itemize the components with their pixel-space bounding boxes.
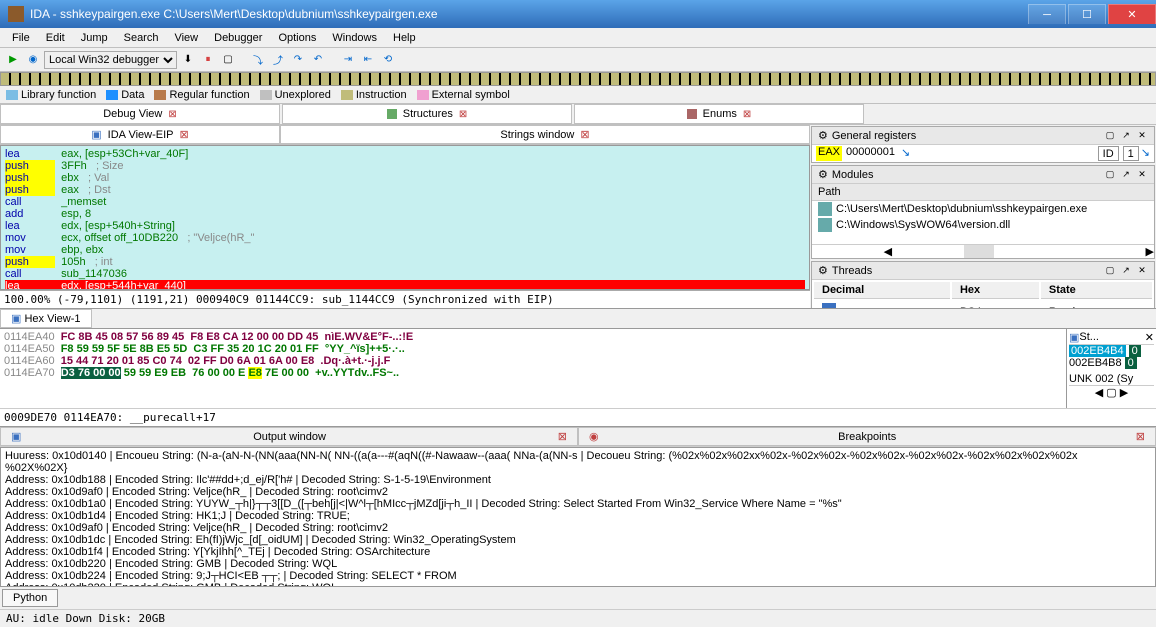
tab-hex-view[interactable]: ▣ Hex View-1 [0, 309, 92, 328]
tab-debug-view[interactable]: Debug View⊠ [0, 104, 280, 124]
hex-status: 0009DE70 0114EA70: __purecall+17 [0, 408, 1156, 426]
gear-icon[interactable]: ⚙ [818, 129, 828, 142]
panel-btn[interactable]: ↗ [1120, 265, 1132, 277]
tab-icon [687, 109, 697, 119]
step-icon[interactable]: ⟲ [379, 51, 397, 69]
close-icon[interactable]: ✕ [1136, 169, 1148, 181]
legend-swatch [154, 90, 166, 100]
legend-swatch [417, 90, 429, 100]
close-icon[interactable]: ⊠ [743, 109, 751, 120]
disasm-view[interactable]: lea eax, [esp+53Ch+var_40F] push 3FFh ; … [0, 145, 810, 290]
python-button[interactable]: Python [2, 589, 58, 607]
gear-icon[interactable]: ⚙ [818, 264, 828, 277]
menu-windows[interactable]: Windows [324, 30, 385, 46]
scroll-right[interactable]: ▶ [1146, 245, 1154, 258]
stop-icon[interactable]: ◉ [24, 51, 42, 69]
modules-panel: ⚙Modules▢↗✕ Path C:\Users\Mert\Desktop\d… [811, 165, 1155, 259]
legend: Library function Data Regular function U… [0, 86, 1156, 104]
step-icon[interactable]: ↷ [289, 51, 307, 69]
hex-view[interactable]: 0114EA40 FC 8B 45 08 57 56 89 45 F8 E8 C… [0, 329, 1066, 408]
gear-icon[interactable]: ⚙ [818, 168, 828, 181]
module-icon [818, 202, 832, 216]
nav-band[interactable] [0, 72, 1156, 86]
legend-swatch [106, 90, 118, 100]
panel-btn[interactable]: ↗ [1120, 169, 1132, 181]
module-icon [818, 218, 832, 232]
tab-structures[interactable]: Structures⊠ [282, 104, 572, 124]
panel-btn[interactable]: ▢ [1104, 130, 1116, 142]
panel-btn[interactable]: ▢ [1104, 169, 1116, 181]
run-button[interactable]: ▶ [4, 51, 22, 69]
menu-help[interactable]: Help [385, 30, 424, 46]
pause-button[interactable]: ⏸ [199, 51, 217, 69]
statusbar: AU: idle Down Disk: 20GB [0, 609, 1156, 627]
app-icon [8, 6, 24, 22]
close-icon[interactable]: ✕ [1145, 331, 1154, 344]
link-icon[interactable]: ↘ [901, 146, 910, 161]
step-icon[interactable]: ↶ [309, 51, 327, 69]
step-icon[interactable]: ⤵ [249, 51, 267, 69]
tab-output[interactable]: ▣Output window⊠ [0, 427, 578, 446]
scroll-left[interactable]: ◀ [812, 245, 964, 258]
debugger-select[interactable]: Local Win32 debugger [44, 51, 177, 69]
step-icon[interactable]: ⤴ [269, 51, 287, 69]
menu-file[interactable]: File [4, 30, 38, 46]
close-icon[interactable]: ⊠ [459, 109, 467, 120]
close-icon[interactable]: ✕ [1136, 265, 1148, 277]
close-icon[interactable]: ✕ [1136, 130, 1148, 142]
menu-debugger[interactable]: Debugger [206, 30, 270, 46]
titlebar: IDA - sshkeypairgen.exe C:\Users\Mert\De… [0, 0, 1156, 28]
stack-view[interactable]: ▣ St...✕ 002EB4B4 0 002EB4B8 0 UNK 002 (… [1066, 329, 1156, 408]
panel-btn[interactable]: ↗ [1120, 130, 1132, 142]
close-icon[interactable]: ⊠ [558, 430, 567, 443]
window-title: IDA - sshkeypairgen.exe C:\Users\Mert\De… [30, 7, 1026, 21]
legend-swatch [6, 90, 18, 100]
output-window[interactable]: Huuress: 0x10d0140 | Encoueu String: (N-… [0, 447, 1156, 587]
close-icon[interactable]: ⊠ [580, 128, 589, 141]
legend-swatch [260, 90, 272, 100]
legend-swatch [341, 90, 353, 100]
disasm-status: 100.00% (-79,1101) (1191,21) 000940C9 01… [0, 290, 810, 308]
close-icon[interactable]: ⊠ [168, 109, 176, 120]
menu-search[interactable]: Search [116, 30, 167, 46]
close-icon[interactable]: ⊠ [1136, 430, 1145, 443]
tool-icon[interactable]: ▢ [219, 51, 237, 69]
menu-options[interactable]: Options [270, 30, 324, 46]
panel-btn[interactable]: ▢ [1104, 265, 1116, 277]
tab-enums[interactable]: Enums⊠ [574, 104, 864, 124]
menu-jump[interactable]: Jump [73, 30, 116, 46]
tab-breakpoints[interactable]: ◉Breakpoints⊠ [578, 427, 1156, 446]
tab-icon [387, 109, 397, 119]
tab-strings[interactable]: Strings window⊠ [280, 125, 810, 144]
toolbar: ▶ ◉ Local Win32 debugger ⬇ ⏸ ▢ ⤵ ⤴ ↷ ↶ ⇥… [0, 48, 1156, 72]
registers-panel: ⚙General registers▢↗✕ EAX00000001↘ID1↘ [811, 126, 1155, 163]
module-row[interactable]: C:\Windows\SysWOW64\version.dll [812, 217, 1154, 233]
menu-view[interactable]: View [166, 30, 206, 46]
tool-icon[interactable]: ⬇ [179, 51, 197, 69]
minimize-button[interactable]: ─ [1028, 4, 1066, 24]
tab-ida-view[interactable]: ▣IDA View-EIP⊠ [0, 125, 280, 144]
step-icon[interactable]: ⇤ [359, 51, 377, 69]
close-button[interactable]: ✕ [1108, 4, 1156, 24]
menubar: File Edit Jump Search View Debugger Opti… [0, 28, 1156, 48]
step-icon[interactable]: ⇥ [339, 51, 357, 69]
module-row[interactable]: C:\Users\Mert\Desktop\dubnium\sshkeypair… [812, 201, 1154, 217]
close-icon[interactable]: ⊠ [180, 128, 189, 141]
main-tabs: Debug View⊠ Structures⊠ Enums⊠ [0, 104, 1156, 125]
tab-icon: ▣ [91, 128, 101, 141]
maximize-button[interactable]: ☐ [1068, 4, 1106, 24]
menu-edit[interactable]: Edit [38, 30, 73, 46]
